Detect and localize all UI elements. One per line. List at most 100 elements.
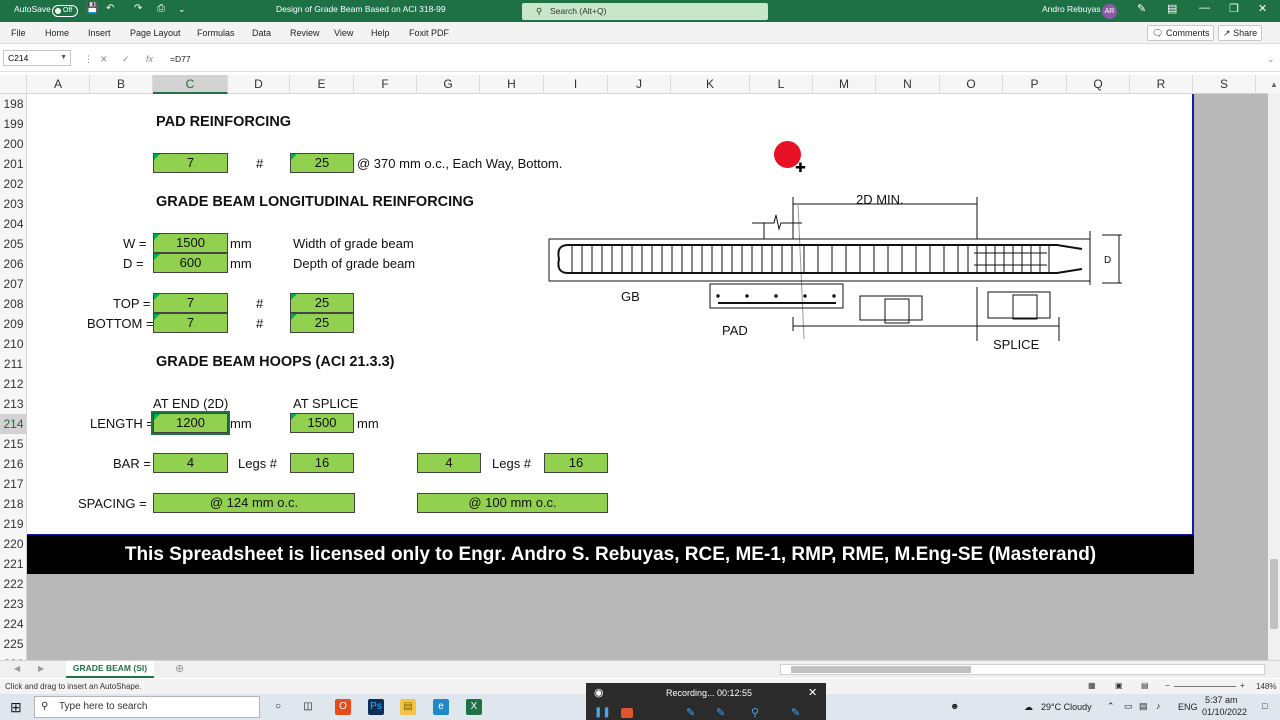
tab-review[interactable]: Review bbox=[290, 28, 320, 38]
w-value-cell[interactable]: 1500 bbox=[153, 233, 228, 253]
horizontal-scrollbar[interactable] bbox=[780, 664, 1265, 675]
cortana-icon[interactable]: ○ bbox=[270, 699, 286, 715]
photoshop-icon[interactable]: Ps bbox=[368, 699, 384, 715]
tab-formulas[interactable]: Formulas bbox=[197, 28, 235, 38]
row-header[interactable]: 200 bbox=[0, 134, 27, 154]
select-all-corner[interactable] bbox=[0, 75, 27, 94]
top-qty-cell[interactable]: 7 bbox=[153, 293, 228, 313]
column-header[interactable]: R bbox=[1130, 75, 1193, 94]
close-icon[interactable]: ✕ bbox=[1258, 2, 1267, 15]
worksheet-grid[interactable]: 198 199 200 201 202 203 204 205 206 207 … bbox=[0, 94, 1268, 660]
row-header[interactable]: 224 bbox=[0, 614, 27, 634]
weather-text[interactable]: 29°C Cloudy bbox=[1041, 702, 1092, 712]
tab-view[interactable]: View bbox=[334, 28, 353, 38]
bar-splice-cell[interactable]: 4 bbox=[417, 453, 481, 473]
edge-icon[interactable]: e bbox=[433, 699, 449, 715]
bottom-qty-cell[interactable]: 7 bbox=[153, 313, 228, 333]
column-header[interactable]: S bbox=[1193, 75, 1256, 94]
top-bar-cell[interactable]: 25 bbox=[290, 293, 354, 313]
share-button[interactable]: ↗ Share bbox=[1218, 25, 1263, 41]
row-header[interactable]: 206 bbox=[0, 254, 27, 274]
row-header[interactable]: 198 bbox=[0, 94, 27, 114]
name-box[interactable]: C214 ▼ bbox=[3, 50, 71, 66]
row-header[interactable]: 204 bbox=[0, 214, 27, 234]
length-end-cell[interactable]: 1200 bbox=[151, 411, 230, 435]
row-header[interactable]: 202 bbox=[0, 174, 27, 194]
legs-end-cell[interactable]: 16 bbox=[290, 453, 354, 473]
row-header[interactable]: 213 bbox=[0, 394, 27, 414]
network-icon[interactable]: ▤ bbox=[1139, 701, 1148, 712]
row-header[interactable]: 201 bbox=[0, 154, 27, 174]
tab-help[interactable]: Help bbox=[371, 28, 390, 38]
customize-toolbar-icon[interactable]: ⌄ bbox=[178, 4, 186, 15]
pen-tool-icon[interactable]: ✎ bbox=[686, 706, 695, 719]
row-header[interactable]: 209 bbox=[0, 314, 27, 334]
column-header[interactable]: C bbox=[153, 75, 228, 94]
zoom-out-icon[interactable]: − bbox=[1165, 681, 1170, 690]
cancel-icon[interactable]: ✕ bbox=[100, 54, 108, 65]
row-header[interactable]: 214 bbox=[0, 414, 27, 434]
row-header[interactable]: 221 bbox=[0, 554, 27, 574]
sheet-tab-grade-beam[interactable]: GRADE BEAM (SI) bbox=[66, 661, 154, 678]
page-layout-view-icon[interactable]: ▣ bbox=[1115, 681, 1123, 690]
column-header[interactable]: H bbox=[480, 75, 544, 94]
pad-qty-cell[interactable]: 7 bbox=[153, 153, 228, 173]
column-header[interactable]: K bbox=[671, 75, 750, 94]
windows-start-icon[interactable]: ⊞ bbox=[10, 699, 22, 716]
column-header[interactable]: L bbox=[750, 75, 813, 94]
clock-date[interactable]: 01/10/2022 bbox=[1202, 707, 1247, 717]
row-header[interactable]: 208 bbox=[0, 294, 27, 314]
legs-splice-cell[interactable]: 16 bbox=[544, 453, 608, 473]
restore-icon[interactable]: ❐ bbox=[1229, 2, 1239, 15]
comments-button[interactable]: 🗨 Comments bbox=[1147, 25, 1215, 41]
pen-icon[interactable]: ✎ bbox=[1137, 2, 1146, 15]
row-header[interactable]: 220 bbox=[0, 534, 27, 554]
normal-view-icon[interactable]: ▦ bbox=[1088, 681, 1096, 690]
row-header[interactable]: 207 bbox=[0, 274, 27, 294]
excel-icon[interactable]: X bbox=[466, 699, 482, 715]
save-icon[interactable]: 💾 bbox=[86, 3, 98, 14]
pad-bar-cell[interactable]: 25 bbox=[290, 153, 354, 173]
undo-icon[interactable]: ↶ bbox=[106, 3, 114, 14]
row-header[interactable]: 205 bbox=[0, 234, 27, 254]
stop-icon[interactable] bbox=[621, 708, 633, 718]
expand-formula-icon[interactable]: ⌄ bbox=[1267, 54, 1275, 65]
minimize-icon[interactable]: — bbox=[1199, 2, 1210, 14]
scroll-up-icon[interactable]: ▲ bbox=[1268, 75, 1280, 94]
column-header[interactable]: A bbox=[27, 75, 90, 94]
redo-icon[interactable]: ↷ bbox=[134, 3, 142, 14]
clock-time[interactable]: 5:37 am bbox=[1205, 695, 1238, 705]
column-header[interactable]: N bbox=[876, 75, 940, 94]
column-header[interactable]: Q bbox=[1067, 75, 1130, 94]
column-header[interactable]: I bbox=[544, 75, 608, 94]
tab-data[interactable]: Data bbox=[252, 28, 271, 38]
row-header[interactable]: 203 bbox=[0, 194, 27, 214]
bottom-bar-cell[interactable]: 25 bbox=[290, 313, 354, 333]
enter-icon[interactable]: ✓ bbox=[122, 54, 130, 65]
column-header[interactable]: O bbox=[940, 75, 1003, 94]
task-view-icon[interactable]: ◫ bbox=[300, 699, 316, 715]
row-header[interactable]: 212 bbox=[0, 374, 27, 394]
bar-end-cell[interactable]: 4 bbox=[153, 453, 228, 473]
people-icon[interactable]: ☻ bbox=[950, 701, 959, 711]
avatar[interactable]: AR bbox=[1102, 4, 1117, 19]
function-icon[interactable]: fx bbox=[146, 54, 153, 64]
ribbon-display-icon[interactable]: ▤ bbox=[1167, 2, 1177, 15]
page-break-view-icon[interactable]: ▤ bbox=[1141, 681, 1149, 690]
column-header[interactable]: E bbox=[290, 75, 354, 94]
previous-sheet-icon[interactable]: ◀ bbox=[14, 664, 20, 673]
zoom-level[interactable]: 148% bbox=[1256, 682, 1276, 691]
row-header[interactable]: 222 bbox=[0, 574, 27, 594]
row-header[interactable]: 218 bbox=[0, 494, 27, 514]
language-indicator[interactable]: ENG bbox=[1178, 702, 1198, 712]
row-header[interactable]: 223 bbox=[0, 594, 27, 614]
tab-home[interactable]: Home bbox=[45, 28, 69, 38]
column-header[interactable]: M bbox=[813, 75, 876, 94]
d-value-cell[interactable]: 600 bbox=[153, 253, 228, 273]
user-name[interactable]: Andro Rebuyas bbox=[1042, 4, 1101, 14]
row-header[interactable]: 210 bbox=[0, 334, 27, 354]
search-box[interactable]: ⚲ Search (Alt+Q) bbox=[522, 3, 768, 20]
horizontal-scrollbar-thumb[interactable] bbox=[791, 666, 971, 673]
file-explorer-icon[interactable]: ▤ bbox=[400, 699, 416, 715]
column-header[interactable]: D bbox=[228, 75, 290, 94]
